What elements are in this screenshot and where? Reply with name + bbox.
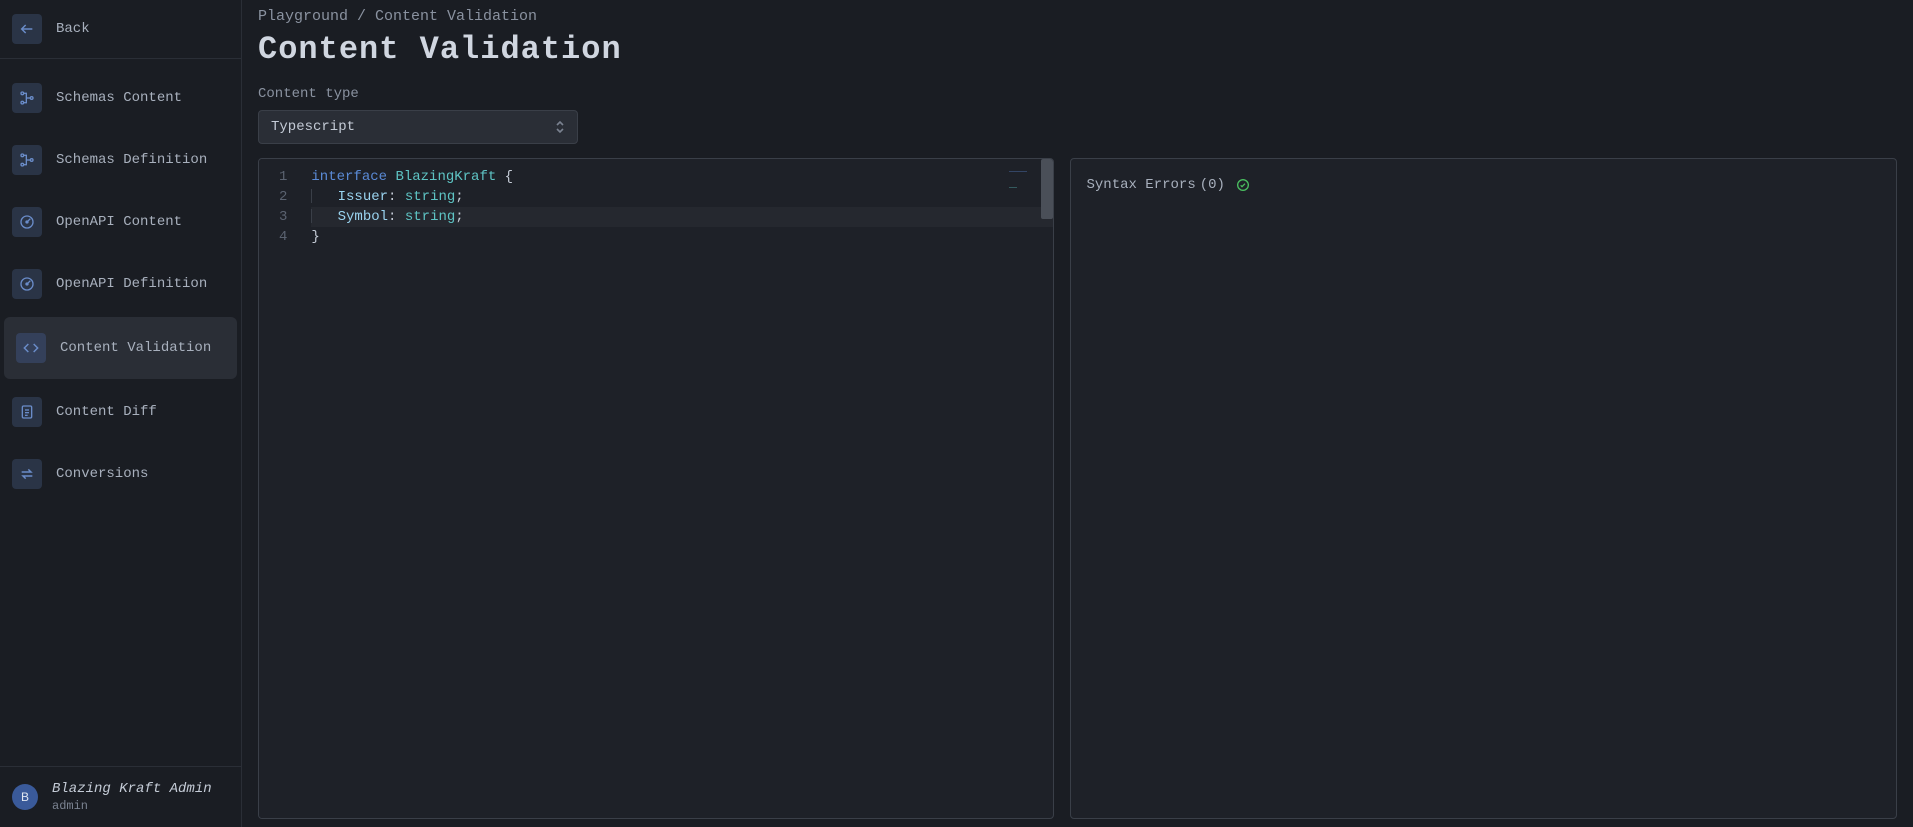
errors-label: Syntax Errors	[1087, 177, 1196, 193]
content-type-select-wrap: Typescript	[258, 110, 578, 144]
errors-panel: Syntax Errors (0)	[1070, 158, 1898, 819]
sidebar-top: Back	[0, 0, 241, 59]
sidebar-item-schemas-definition[interactable]: Schemas Definition	[0, 129, 241, 191]
errors-header: Syntax Errors (0)	[1087, 177, 1881, 193]
sidebar-item-label: Schemas Content	[56, 90, 182, 106]
gauge-icon	[12, 269, 42, 299]
content-type-label: Content type	[258, 86, 1897, 102]
sidebar-item-label: Conversions	[56, 466, 148, 482]
chevron-updown-icon	[555, 120, 565, 134]
check-circle-icon	[1235, 177, 1251, 193]
tree-icon	[12, 83, 42, 113]
breadcrumb-root[interactable]: Playground	[258, 8, 348, 25]
back-arrow-icon	[12, 14, 42, 44]
main: Playground / Content Validation Content …	[242, 0, 1913, 827]
sidebar-nav: Schemas Content Schemas Definition OpenA…	[0, 59, 241, 766]
user-footer[interactable]: B Blazing Kraft Admin admin	[0, 766, 241, 827]
sidebar-item-content-validation[interactable]: Content Validation	[4, 317, 237, 379]
sidebar-item-label: OpenAPI Definition	[56, 276, 207, 292]
sidebar-item-conversions[interactable]: Conversions	[0, 443, 241, 505]
errors-count: (0)	[1200, 177, 1225, 193]
code-editor[interactable]: 1234 interface BlazingKraft { Issuer: st…	[258, 158, 1054, 819]
sidebar-item-schemas-content[interactable]: Schemas Content	[0, 67, 241, 129]
code-icon	[16, 333, 46, 363]
sidebar-item-label: OpenAPI Content	[56, 214, 182, 230]
gauge-icon	[12, 207, 42, 237]
sidebar-item-openapi-definition[interactable]: OpenAPI Definition	[0, 253, 241, 315]
swap-icon	[12, 459, 42, 489]
page-title: Content Validation	[258, 31, 1897, 68]
panels: 1234 interface BlazingKraft { Issuer: st…	[258, 158, 1897, 819]
code-area[interactable]: interface BlazingKraft { Issuer: string;…	[297, 159, 1052, 818]
user-role: admin	[52, 799, 212, 813]
user-name: Blazing Kraft Admin	[52, 781, 212, 797]
sidebar-item-openapi-content[interactable]: OpenAPI Content	[0, 191, 241, 253]
back-label: Back	[56, 21, 90, 37]
breadcrumb: Playground / Content Validation	[258, 8, 1897, 25]
sidebar-item-label: Schemas Definition	[56, 152, 207, 168]
sidebar-item-label: Content Diff	[56, 404, 157, 420]
back-button[interactable]: Back	[0, 0, 241, 58]
breadcrumb-sep: /	[348, 8, 375, 25]
scrollbar-vertical[interactable]	[1041, 159, 1053, 219]
minimap[interactable]	[1009, 161, 1039, 167]
sidebar-item-content-diff[interactable]: Content Diff	[0, 381, 241, 443]
content-type-select[interactable]: Typescript	[258, 110, 578, 144]
breadcrumb-current: Content Validation	[375, 8, 537, 25]
content-type-value: Typescript	[271, 119, 355, 135]
avatar: B	[12, 784, 38, 810]
line-number-gutter: 1234	[259, 159, 297, 818]
sidebar: Back Schemas Content Schemas Definition …	[0, 0, 242, 827]
file-diff-icon	[12, 397, 42, 427]
sidebar-item-label: Content Validation	[60, 340, 211, 356]
user-info: Blazing Kraft Admin admin	[52, 781, 212, 813]
tree-icon	[12, 145, 42, 175]
